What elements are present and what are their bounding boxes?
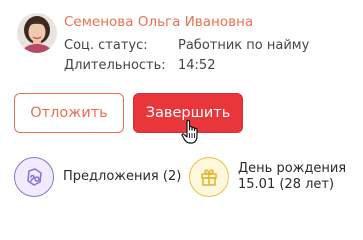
- gift-icon: [189, 157, 229, 197]
- duration-label: Длительность:: [64, 58, 166, 73]
- client-card: Семенова Ольга Ивановна Соц. статус: Раб…: [0, 0, 363, 212]
- hand-pointer-icon: [181, 119, 203, 145]
- offers-icon: [14, 157, 54, 197]
- avatar: [17, 13, 57, 53]
- postpone-button[interactable]: Отложить: [14, 93, 124, 133]
- client-name: Семенова Ольга Ивановна: [64, 14, 254, 30]
- birthday-item: День рождения 15.01 (28 лет): [189, 157, 346, 197]
- social-status-value: Работник по найму: [178, 38, 310, 53]
- birthday-value: 15.01 (28 лет): [238, 177, 335, 192]
- offers-label: Предложения (2): [63, 169, 182, 184]
- social-status-label: Соц. статус:: [64, 38, 148, 53]
- offers-item[interactable]: Предложения (2): [14, 157, 181, 197]
- birthday-title: День рождения: [238, 161, 347, 176]
- duration-value: 14:52: [178, 58, 216, 73]
- birthday-text: День рождения 15.01 (28 лет): [238, 161, 346, 193]
